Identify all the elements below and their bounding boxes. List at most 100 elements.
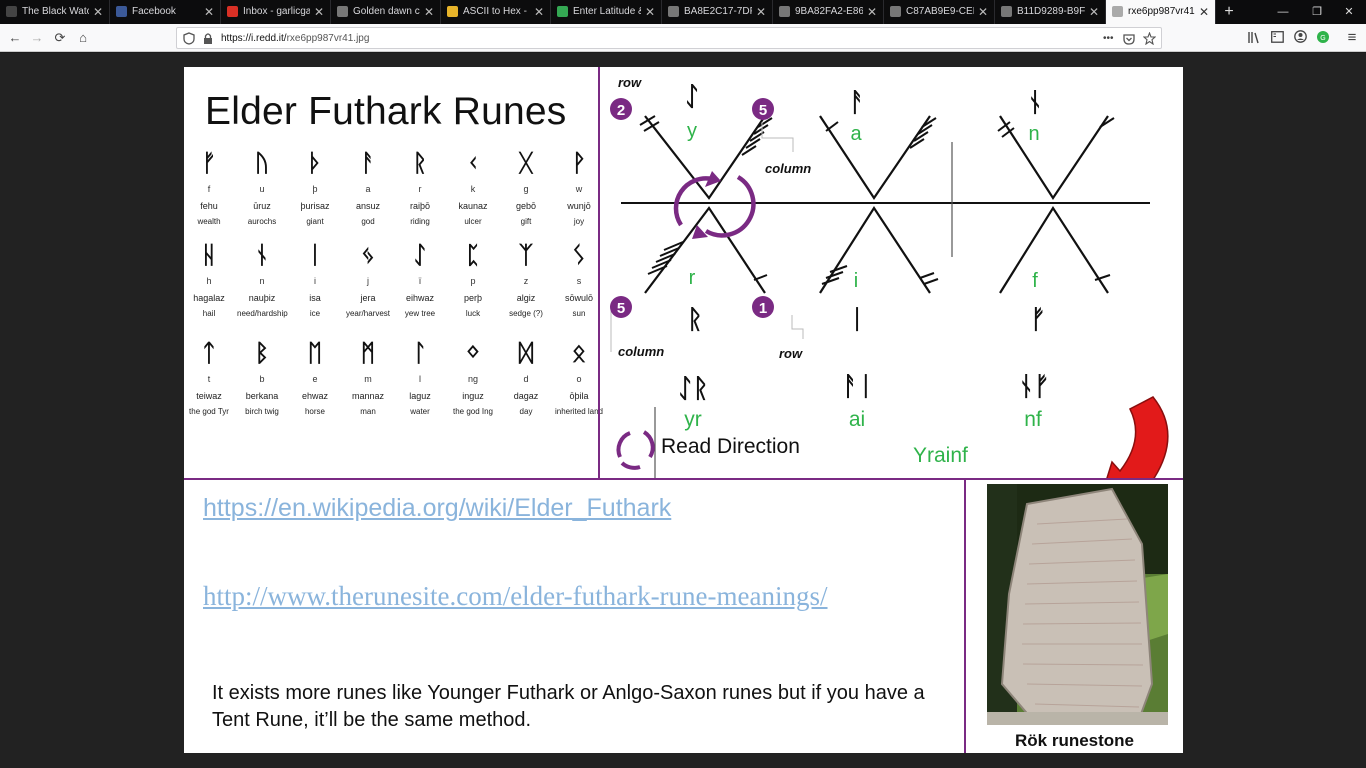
sidebar-icon[interactable] [1271,31,1284,43]
runes-image[interactable]: Elder Futhark Runes ᚠ f fehu wealth ᚢ u ūruz au… [184,67,1183,753]
rune-entry: ᛁ i isa ice [290,239,340,321]
browser-tab[interactable]: Inbox - garlicgam ✕ [221,0,331,24]
tent-top-2 [819,115,931,200]
rune-table-title: Elder Futhark Runes [205,90,567,133]
tab-close-icon[interactable]: ✕ [867,0,877,24]
rune-glyph: ᛟ [571,340,587,367]
browser-tab[interactable]: B11D9289-B9F9-6ACC ✕ [995,0,1106,24]
rune-meaning: yew tree [404,309,436,318]
result-word: Yrainf [913,444,968,467]
rune-glyph: ᚹ [571,150,587,177]
tab-close-icon[interactable]: ✕ [314,0,324,24]
home-button[interactable]: ⌂ [74,29,92,47]
library-icon[interactable] [1248,31,1262,44]
back-button[interactable]: ← [6,29,24,47]
browser-tab[interactable]: BA8E2C17-7DFF-0EEE ✕ [662,0,773,24]
browser-tab[interactable]: rxe6pp987vr41.jpg (JPE ✕ [1106,0,1216,24]
rune-entry: ᛚ l laguz water [395,337,445,419]
read-direction-icon [616,430,655,470]
page-actions-button[interactable]: ••• [1103,28,1114,49]
tab-title: The Black Watche [22,6,89,17]
rune-latin: e [312,374,318,384]
rune-entry: ᛃ j jera year/harvest [343,239,393,321]
wikipedia-link[interactable]: https://en.wikipedia.org/wiki/Elder_Futh… [203,494,671,523]
rune-latin: u [259,184,265,194]
tab-close-icon[interactable]: ✕ [424,0,434,24]
rune-glyph: ᚱ [412,150,428,177]
tab-close-icon[interactable]: ✕ [534,0,544,24]
url-bar[interactable]: https://i.redd.it/rxe6pp987vr41.jpg ••• [176,27,1162,49]
minimize-button[interactable]: — [1266,0,1300,24]
rune-latin: z [523,276,529,286]
tab-close-icon[interactable]: ✕ [645,0,655,24]
tab-favicon-icon [337,6,348,17]
rune-glyph: ᚱ [687,305,703,335]
rune-entry: ᚱ r raiþō riding [395,147,445,229]
rune-glyph: ᛇ [412,242,428,269]
restore-button[interactable]: ❐ [1300,0,1334,24]
url-text[interactable]: https://i.redd.it/rxe6pp987vr41.jpg [221,28,369,49]
read-direction-label: Read Direction [661,435,800,458]
shield-icon[interactable] [183,32,195,45]
rune-latin: w [575,184,583,194]
runesite-link[interactable]: http://www.therunesite.com/elder-futhark… [203,581,828,612]
rune-latin: t [207,374,211,384]
rune-glyph: ᛚ [412,340,428,367]
pair-letters: yr [684,408,702,431]
browser-tab[interactable]: Enter Latitude & L ✕ [551,0,662,24]
browser-tab[interactable]: Facebook ✕ [110,0,221,24]
account-icon[interactable] [1294,30,1307,43]
rune-latin: f [207,184,211,194]
tab-close-icon[interactable]: ✕ [204,0,214,24]
rune-entry: ᚲ k kaunaz ulcer [448,147,498,229]
new-tab-button[interactable]: + [1220,0,1238,24]
browser-tab[interactable]: The Black Watche ✕ [0,0,110,24]
rune-meaning: aurochs [247,217,277,226]
rune-name: inguz [462,391,484,401]
bookmark-star-icon[interactable] [1143,32,1156,45]
rune-glyph: ᚺ [201,242,217,269]
close-window-button[interactable]: ✕ [1332,0,1366,24]
rune-meaning: birch twig [245,407,279,416]
tab-favicon-icon [116,6,127,17]
rune-pair: ᚾᚠ [1018,372,1049,402]
diagram-letter: n [1028,123,1039,145]
tab-title: C87AB9E9-CEBC-5533 [906,6,974,17]
callout-line [791,315,804,339]
rune-name: raiþō [409,201,430,211]
rune-glyph: ᛉ [518,242,534,269]
rune-name: ansuz [355,201,381,211]
rune-name: perþ [463,293,482,303]
browser-tab[interactable]: Golden dawn cipher n ✕ [331,0,441,24]
rune-meaning: the god Ing [452,407,494,416]
navigation-bar: ← → ⟳ ⌂ https://i.redd.it/rxe6pp987vr41.… [0,24,1366,52]
rune-glyph: ᚾ [254,242,270,269]
pocket-icon[interactable] [1123,33,1135,45]
tab-close-icon[interactable]: ✕ [93,0,103,24]
menu-button[interactable]: ≡ [1343,29,1361,47]
tab-close-icon[interactable]: ✕ [1089,0,1099,24]
lock-icon[interactable] [203,32,213,45]
tab-title: Enter Latitude & L [573,6,641,17]
runestone-caption: Rök runestone [1014,731,1135,750]
diagram-letter: r [689,267,696,289]
forward-button[interactable]: → [28,29,46,47]
tab-close-icon[interactable]: ✕ [978,0,988,24]
diagram-letter: y [687,120,697,142]
extension-icon[interactable]: G [1316,30,1330,44]
rune-latin: k [470,184,476,194]
rune-name: ehwaz [301,391,328,401]
tab-close-icon[interactable]: ✕ [756,0,766,24]
tab-title: Golden dawn cipher n [353,6,420,17]
reload-button[interactable]: ⟳ [51,29,69,47]
tent-bottom-3 [999,205,1109,294]
tab-favicon-icon [890,6,901,17]
browser-tab[interactable]: 9BA82FA2-E86A-0754- ✕ [773,0,884,24]
rune-latin: m [364,374,372,384]
browser-tab[interactable]: ASCII to Hex - Fre ✕ [441,0,551,24]
rune-entry: ᛞ d dagaz day [501,337,551,419]
tab-title: 9BA82FA2-E86A-0754- [795,6,863,17]
rune-glyph: ᚠ [201,150,217,177]
tab-close-icon[interactable]: ✕ [1199,0,1209,24]
browser-tab[interactable]: C87AB9E9-CEBC-5533 ✕ [884,0,995,24]
